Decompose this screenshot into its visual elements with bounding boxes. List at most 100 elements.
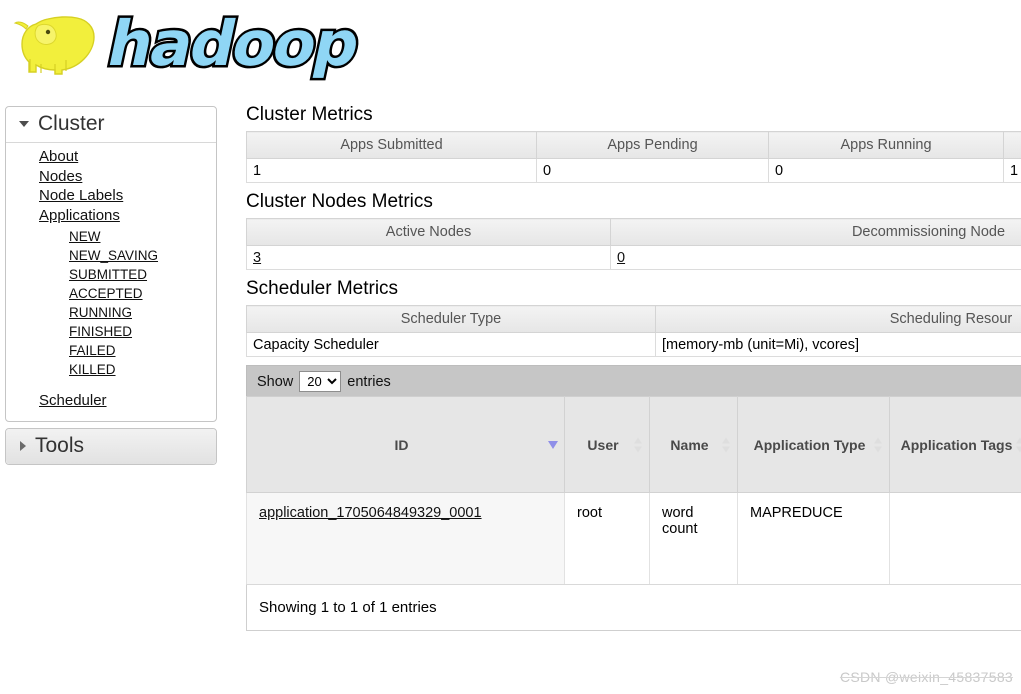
- th-apps-submitted[interactable]: Apps Submitted: [246, 131, 537, 159]
- sidebar-cluster-body: About Nodes Node Labels Applications NEW: [6, 143, 216, 421]
- table-row: 1 0 0 1: [246, 158, 1021, 183]
- sidebar-link-node-labels[interactable]: Node Labels: [39, 187, 123, 204]
- sidebar-link-applications[interactable]: Applications: [39, 207, 120, 224]
- sidebar-item-applications[interactable]: Applications NEW NEW_SAVING SUBMITTED AC…: [39, 206, 216, 380]
- th-decommissioning-nodes[interactable]: Decommissioning Node: [610, 218, 1021, 246]
- sidebar-link-new-saving[interactable]: NEW_SAVING: [69, 248, 158, 263]
- sidebar-item-accepted[interactable]: ACCEPTED: [69, 284, 216, 303]
- cell-decommissioning-nodes: 0: [610, 245, 1021, 270]
- th-scheduler-type[interactable]: Scheduler Type: [246, 305, 656, 333]
- cluster-nodes-metrics-table: Active Nodes Decommissioning Node 3 0: [246, 218, 1021, 270]
- sidebar: Cluster About Nodes Node Labels Applicat…: [5, 106, 217, 471]
- sidebar-item-submitted[interactable]: SUBMITTED: [69, 265, 216, 284]
- th-application-type-label: Application Type: [753, 436, 866, 453]
- chevron-down-icon: [19, 121, 29, 127]
- sidebar-tools-block: Tools: [5, 427, 217, 465]
- th-name[interactable]: Name: [649, 396, 738, 493]
- sidebar-cluster-list: About Nodes Node Labels Applications NEW: [6, 147, 216, 411]
- applications-info-footer: Showing 1 to 1 of 1 entries: [246, 585, 1021, 631]
- sort-toggle-icon[interactable]: [634, 437, 643, 452]
- svg-text:hadoop: hadoop: [101, 8, 364, 80]
- table-header-row: ID User Name Application Type Applicatio…: [246, 396, 1021, 493]
- sidebar-link-nodes[interactable]: Nodes: [39, 168, 82, 185]
- hadoop-logo-svg: hadoop: [13, 5, 367, 82]
- cell-application-tags: [889, 492, 1021, 585]
- th-application-tags-label: Application Tags: [900, 436, 1013, 453]
- th-apps-pending[interactable]: Apps Pending: [536, 131, 769, 159]
- cell-name: word count: [649, 492, 738, 585]
- sidebar-item-about[interactable]: About: [39, 147, 216, 167]
- sidebar-link-finished[interactable]: FINISHED: [69, 324, 132, 339]
- th-application-type[interactable]: Application Type: [737, 396, 890, 493]
- cell-user: root: [564, 492, 650, 585]
- th-user-label: User: [587, 436, 619, 453]
- th-active-nodes[interactable]: Active Nodes: [246, 218, 611, 246]
- decommissioning-nodes-link[interactable]: 0: [617, 250, 625, 266]
- sidebar-tools-header[interactable]: Tools: [6, 428, 216, 464]
- sidebar-item-node-labels[interactable]: Node Labels: [39, 186, 216, 206]
- sidebar-cluster-title: Cluster: [38, 112, 105, 135]
- sidebar-cluster-header[interactable]: Cluster: [6, 107, 216, 143]
- th-apps-completed[interactable]: [1003, 131, 1021, 159]
- table-row: Capacity Scheduler [memory-mb (unit=Mi),…: [246, 332, 1021, 357]
- sidebar-link-submitted[interactable]: SUBMITTED: [69, 267, 147, 282]
- cell-application-id: application_1705064849329_0001: [246, 492, 565, 585]
- sidebar-link-failed[interactable]: FAILED: [69, 343, 116, 358]
- sidebar-item-finished[interactable]: FINISHED: [69, 322, 216, 341]
- applications-table-wrapper: Show 20 entries ID User Name Application…: [246, 365, 1021, 631]
- sidebar-app-states: NEW NEW_SAVING SUBMITTED ACCEPTED RUNNIN…: [39, 227, 216, 379]
- cluster-nodes-metrics-heading: Cluster Nodes Metrics: [246, 191, 433, 212]
- scheduler-metrics-heading: Scheduler Metrics: [246, 278, 399, 299]
- table-row: 3 0: [246, 245, 1021, 270]
- page-root: hadoop Cluster About Nodes Node Labels A…: [0, 0, 1021, 694]
- sidebar-item-failed[interactable]: FAILED: [69, 341, 216, 360]
- table-header-row: Scheduler Type Scheduling Resour: [246, 305, 1021, 333]
- hadoop-wordmark: hadoop: [99, 5, 367, 82]
- th-user[interactable]: User: [564, 396, 650, 493]
- sidebar-link-accepted[interactable]: ACCEPTED: [69, 286, 143, 301]
- th-name-label: Name: [670, 436, 709, 453]
- sidebar-item-running[interactable]: RUNNING: [69, 303, 216, 322]
- main-content: Cluster Metrics Apps Submitted Apps Pend…: [246, 104, 1021, 631]
- sidebar-item-new-saving[interactable]: NEW_SAVING: [69, 246, 216, 265]
- table-row: application_1705064849329_0001 root word…: [246, 492, 1021, 585]
- entries-label: entries: [347, 373, 391, 390]
- cell-apps-pending: 0: [536, 158, 769, 183]
- th-application-tags[interactable]: Application Tags: [889, 396, 1021, 493]
- th-scheduling-resource-type[interactable]: Scheduling Resour: [655, 305, 1021, 333]
- applications-length-control: Show 20 entries: [246, 365, 1021, 396]
- sidebar-item-new[interactable]: NEW: [69, 227, 216, 246]
- chevron-right-icon: [20, 440, 26, 451]
- page-size-select[interactable]: 20: [299, 371, 342, 392]
- sidebar-item-nodes[interactable]: Nodes: [39, 167, 216, 187]
- application-id-link[interactable]: application_1705064849329_0001: [259, 505, 482, 521]
- cluster-metrics-heading: Cluster Metrics: [246, 104, 373, 125]
- scheduler-metrics-table: Scheduler Type Scheduling Resour Capacit…: [246, 305, 1021, 357]
- show-label: Show: [257, 373, 294, 390]
- sidebar-link-about[interactable]: About: [39, 148, 78, 165]
- cell-scheduling-resource-type: [memory-mb (unit=Mi), vcores]: [655, 332, 1021, 357]
- sidebar-link-scheduler[interactable]: Scheduler: [39, 392, 107, 409]
- sidebar-tools-title: Tools: [35, 433, 85, 457]
- sidebar-link-killed[interactable]: KILLED: [69, 362, 116, 377]
- sort-descending-icon[interactable]: [548, 440, 558, 449]
- sidebar-item-scheduler[interactable]: Scheduler: [39, 391, 216, 411]
- sidebar-link-new[interactable]: NEW: [69, 229, 101, 244]
- th-id-label: ID: [394, 436, 409, 453]
- cell-apps-submitted: 1: [246, 158, 537, 183]
- cell-apps-running: 0: [768, 158, 1004, 183]
- th-apps-running[interactable]: Apps Running: [768, 131, 1004, 159]
- elephant-icon: [13, 16, 95, 75]
- applications-table: ID User Name Application Type Applicatio…: [246, 396, 1021, 585]
- cell-application-type: MAPREDUCE: [737, 492, 890, 585]
- sort-toggle-icon[interactable]: [874, 437, 883, 452]
- sort-toggle-icon[interactable]: [722, 437, 731, 452]
- hadoop-logo: hadoop: [8, 2, 388, 88]
- sidebar-link-running[interactable]: RUNNING: [69, 305, 132, 320]
- cluster-metrics-table: Apps Submitted Apps Pending Apps Running…: [246, 131, 1021, 183]
- sidebar-item-killed[interactable]: KILLED: [69, 360, 216, 379]
- th-id[interactable]: ID: [246, 396, 565, 493]
- entries-info-text: Showing 1 to 1 of 1 entries: [259, 599, 437, 616]
- active-nodes-link[interactable]: 3: [253, 250, 261, 266]
- sort-toggle-icon[interactable]: [1016, 437, 1021, 452]
